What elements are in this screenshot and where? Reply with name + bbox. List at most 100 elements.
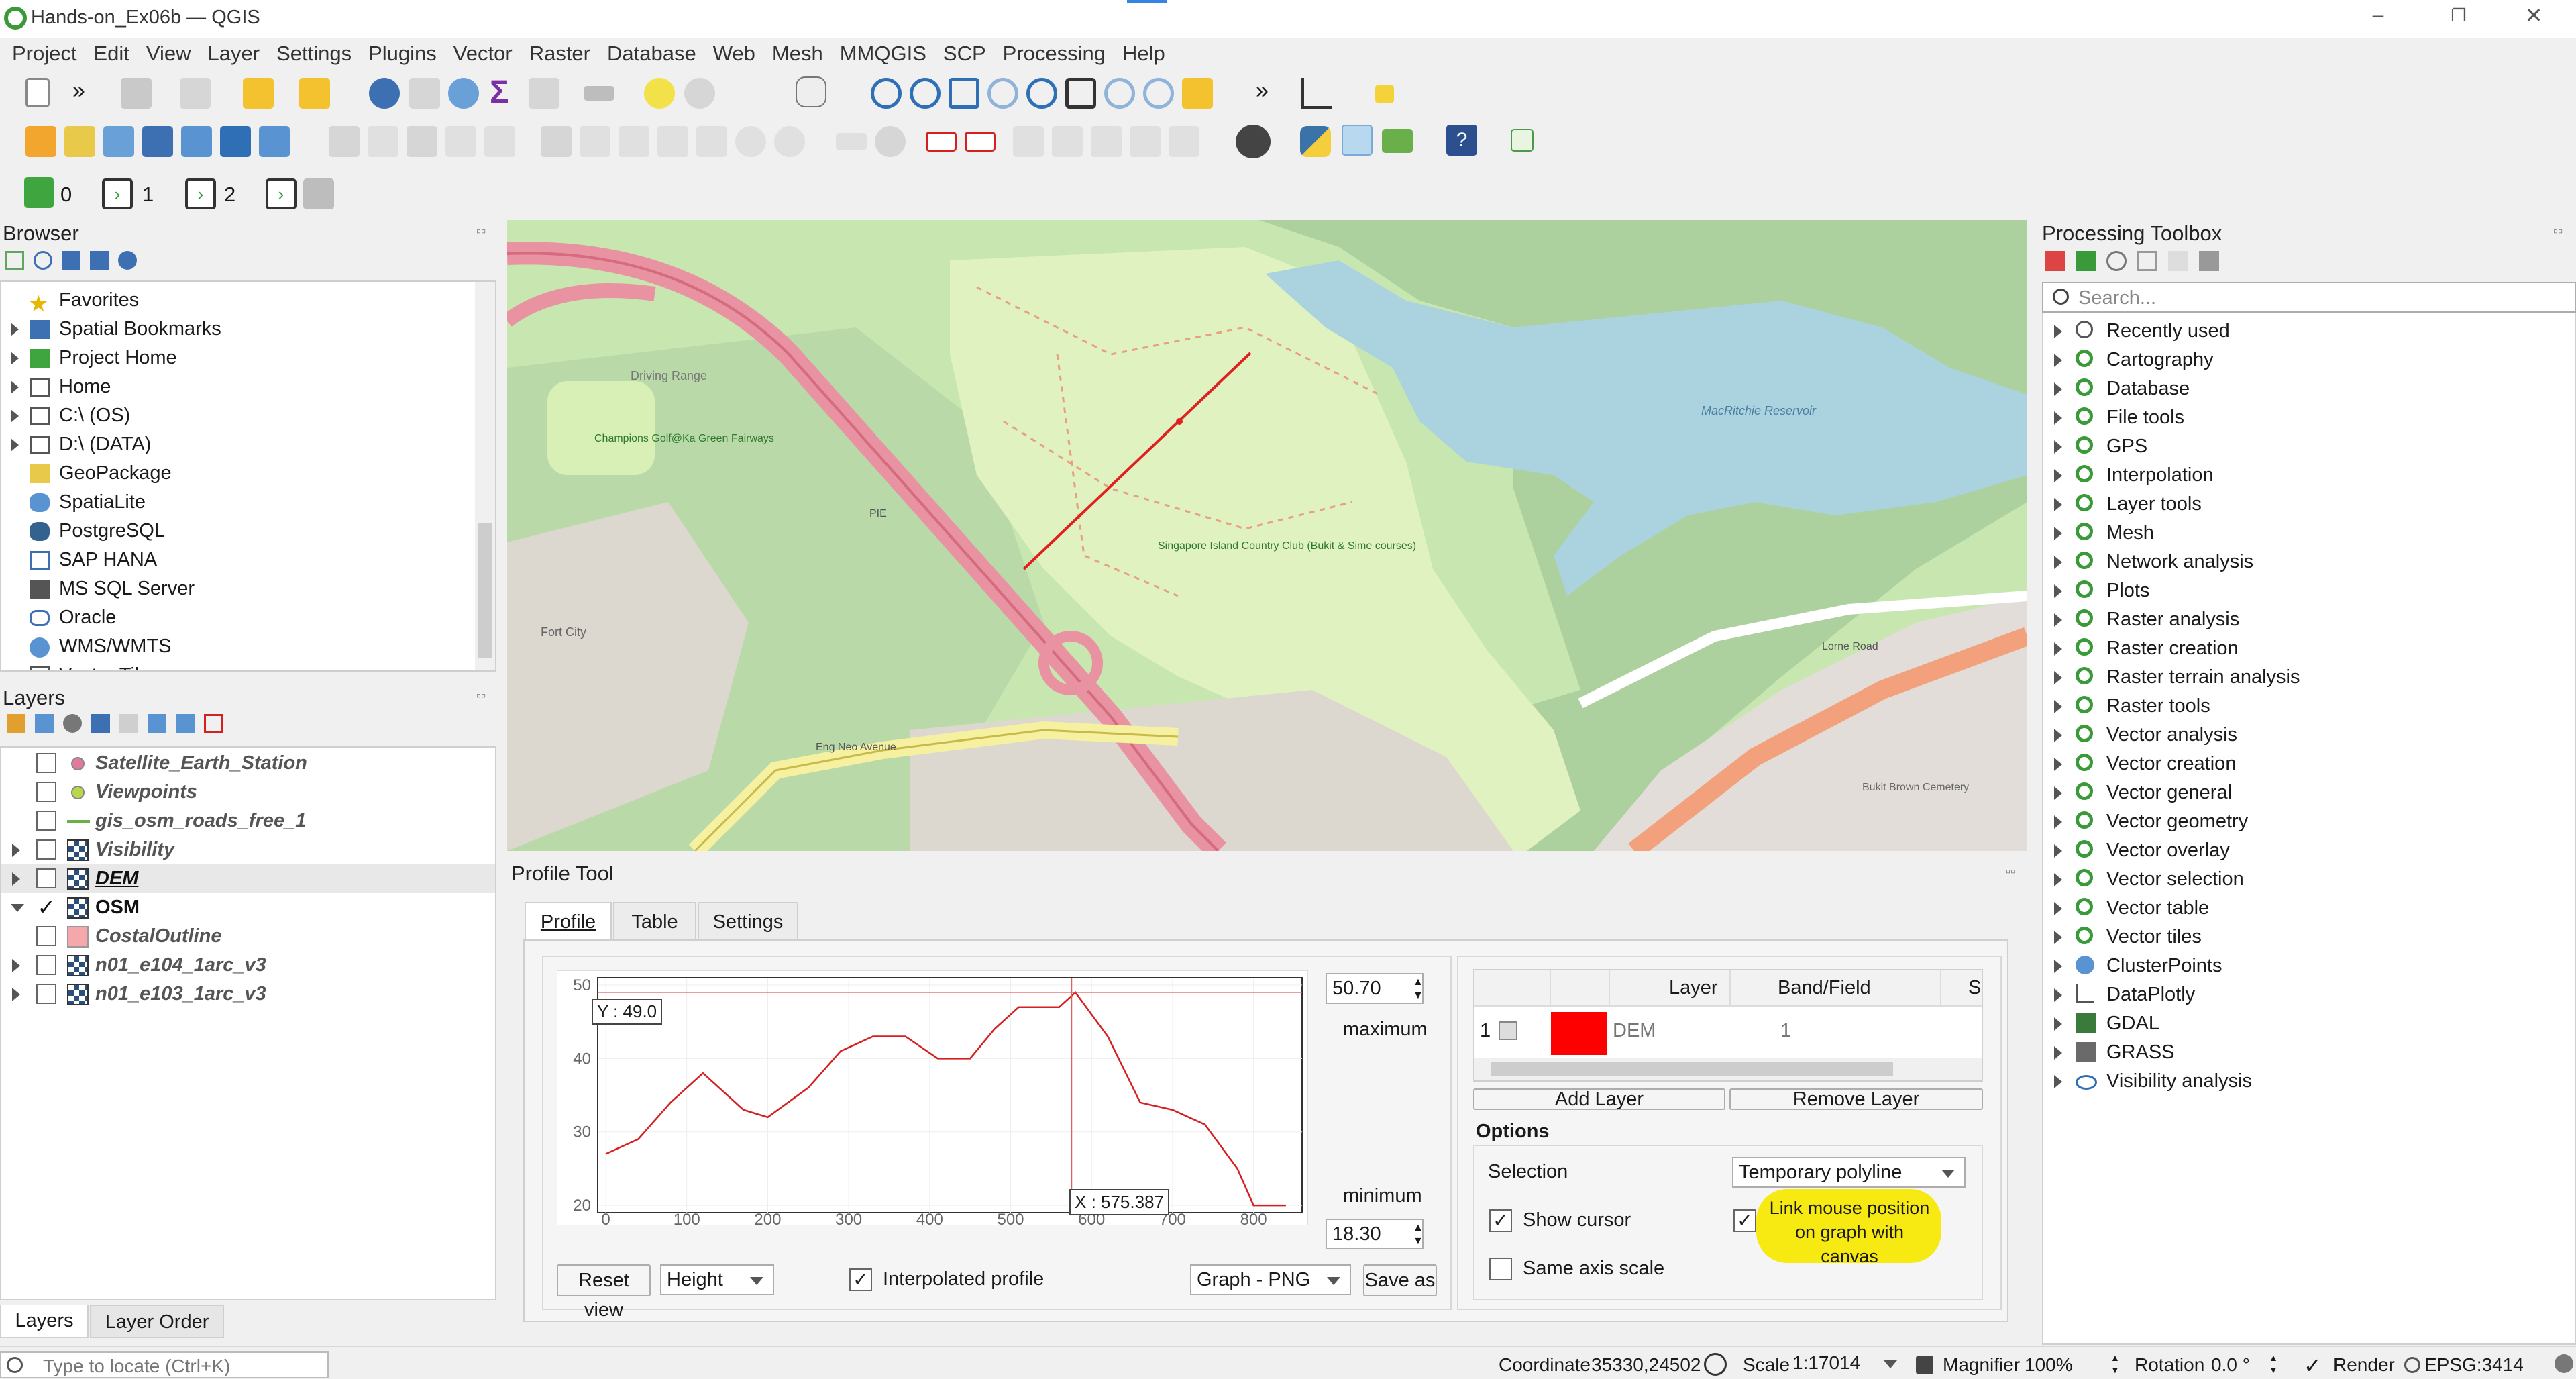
select-features-icon[interactable] <box>121 78 152 109</box>
layer-n01-e104[interactable]: n01_e104_1arc_v3 <box>1 951 495 980</box>
digitize-icon[interactable] <box>142 126 173 157</box>
chart-plot[interactable]: 0 100 200 300 400 500 600 700 800 20 30 40 50 <box>557 970 1308 1229</box>
layer-costal-outline[interactable]: CostalOutline <box>1 922 495 951</box>
magnifier-spin-arrows[interactable]: ▲ ▼ <box>2110 1351 2120 1376</box>
zoom-last-icon[interactable] <box>1104 78 1135 109</box>
toolbar-overflow-2[interactable]: » <box>1256 78 1269 104</box>
menu-mesh[interactable]: Mesh <box>772 42 823 66</box>
vertex-tool-icon[interactable] <box>259 126 290 157</box>
expand-arrow-icon[interactable] <box>2054 758 2062 771</box>
spin-box-2[interactable]: 2 <box>224 183 235 207</box>
lock-scale-icon[interactable] <box>1916 1356 1933 1374</box>
max-spin-arrows[interactable]: ▲ ▼ <box>1413 976 1424 1003</box>
expand-arrow-icon[interactable] <box>2054 469 2062 482</box>
expand-arrow-icon[interactable] <box>2054 498 2062 511</box>
toolbox-close-icon[interactable]: ▫▫ <box>2553 224 2563 240</box>
toolbox-item-vector-general[interactable]: Vector general <box>2043 778 2573 807</box>
tab-settings[interactable]: Settings <box>698 902 798 941</box>
zoom-full-icon[interactable] <box>949 78 979 109</box>
raster-tools-icon[interactable] <box>220 126 251 157</box>
expand-arrow-icon[interactable] <box>2054 382 2062 396</box>
add-group-icon[interactable] <box>35 714 54 733</box>
toolbox-item-file-tools[interactable]: File tools <box>2043 403 2573 432</box>
toolbox-settings-icon[interactable] <box>2199 251 2219 271</box>
zoom-out-icon[interactable] <box>910 78 941 109</box>
browser-panel-close-icon[interactable]: ▫▫ <box>476 224 486 240</box>
info-icon[interactable] <box>118 251 137 270</box>
export-format-combo[interactable]: Graph - PNG <box>1190 1264 1351 1295</box>
grid-icon[interactable] <box>24 177 54 208</box>
toolbox-item-vector-tiles[interactable]: Vector tiles <box>2043 923 2573 952</box>
menu-view[interactable]: View <box>146 42 191 66</box>
layer-osm-roads[interactable]: gis_osm_roads_free_1 <box>1 807 495 835</box>
menu-settings[interactable]: Settings <box>276 42 352 66</box>
expand-arrow-icon[interactable] <box>2054 931 2062 944</box>
expand-all-icon[interactable] <box>119 714 138 733</box>
terrain-profile-icon[interactable] <box>1382 129 1413 153</box>
toolbox-item-gps[interactable]: GPS <box>2043 432 2573 461</box>
rotation-value[interactable]: 0.0 ° <box>2211 1354 2250 1376</box>
selection-combo[interactable]: Temporary polyline <box>1732 1157 1966 1188</box>
row-checkbox[interactable] <box>1499 1021 1517 1040</box>
expand-arrow-icon[interactable] <box>2054 556 2062 569</box>
link-mouse-checkbox[interactable]: ✓ <box>1733 1209 1756 1232</box>
tab-table[interactable]: Table <box>613 902 696 941</box>
toolbox-item-mesh[interactable]: Mesh <box>2043 519 2573 548</box>
collapse-icon[interactable] <box>90 251 109 270</box>
header-se[interactable]: Se <box>1968 977 1982 999</box>
toolbox-item-database[interactable]: Database <box>2043 374 2573 403</box>
spin-box-0[interactable]: 0 <box>60 183 72 207</box>
tab-layer-order[interactable]: Layer Order <box>90 1305 224 1338</box>
expand-arrow-icon[interactable] <box>2054 844 2062 858</box>
filter-icon[interactable] <box>62 251 80 270</box>
next-icon-2[interactable]: › <box>185 178 216 209</box>
python-console-icon[interactable] <box>1300 126 1331 157</box>
toolbox-item-vector-creation[interactable]: Vector creation <box>2043 750 2573 778</box>
layer-osm[interactable]: ✓ OSM <box>1 893 495 922</box>
visibility-eye-icon[interactable] <box>63 714 82 733</box>
toolbox-item-network-analysis[interactable]: Network analysis <box>2043 548 2573 576</box>
menu-scp[interactable]: SCP <box>943 42 986 66</box>
expand-arrow-icon[interactable] <box>2054 1046 2062 1060</box>
data-source-manager-icon[interactable] <box>25 126 56 157</box>
toolbox-item-vector-table[interactable]: Vector table <box>2043 894 2573 923</box>
openlayers-binoculars-icon[interactable] <box>1236 125 1271 158</box>
toolbox-item-raster-tools[interactable]: Raster tools <box>2043 692 2573 721</box>
reset-view-button[interactable]: Reset view <box>557 1264 651 1321</box>
expand-arrow-icon[interactable] <box>2054 325 2062 338</box>
filter-legend-icon[interactable] <box>91 714 110 733</box>
measure-icon[interactable] <box>584 86 614 101</box>
select-tools-icon[interactable] <box>180 78 211 109</box>
refresh-map-icon[interactable] <box>1511 129 1534 152</box>
identify-icon[interactable] <box>369 78 400 109</box>
expand-arrow-icon[interactable] <box>2054 1017 2062 1031</box>
layer-viewpoints[interactable]: Viewpoints <box>1 778 495 807</box>
min-spinbox[interactable]: 18.30 ▲ ▼ <box>1326 1219 1424 1249</box>
expand-arrow-icon[interactable] <box>2054 700 2062 713</box>
menu-web[interactable]: Web <box>713 42 755 66</box>
zoom-native-icon[interactable] <box>1065 78 1096 109</box>
layer-style-icon[interactable] <box>7 714 25 733</box>
zoom-selection-icon[interactable] <box>987 78 1018 109</box>
toolbox-item-visibility-analysis[interactable]: Visibility analysis <box>2043 1067 2573 1096</box>
menu-plugins[interactable]: Plugins <box>368 42 437 66</box>
crs-value[interactable]: EPSG:3414 <box>2424 1354 2524 1376</box>
label-settings-icon[interactable] <box>926 132 957 152</box>
expand-arrow-icon[interactable] <box>2054 873 2062 886</box>
expand-arrow-icon[interactable] <box>2054 786 2062 800</box>
header-layer[interactable]: Layer <box>1669 977 1718 999</box>
zoom-in-icon[interactable] <box>871 78 902 109</box>
pan-hand-icon[interactable] <box>796 76 826 107</box>
coordinate-toggle-icon[interactable] <box>1704 1353 1727 1376</box>
refresh-icon[interactable] <box>34 251 52 270</box>
browser-scrollbar[interactable] <box>475 282 495 670</box>
messages-icon[interactable] <box>2555 1354 2573 1373</box>
remove-layer-button[interactable]: Remove Layer <box>1729 1088 1983 1110</box>
attribute-table-icon[interactable] <box>409 78 440 109</box>
expand-arrow-icon[interactable] <box>2054 584 2062 598</box>
zoom-layer-icon[interactable] <box>1026 78 1057 109</box>
magnifier-value[interactable]: 100% <box>2025 1354 2073 1376</box>
toolbox-item-grass[interactable]: GRASS <box>2043 1038 2573 1067</box>
toolbox-item-clusterpoints[interactable]: ClusterPoints <box>2043 952 2573 980</box>
mode-combo[interactable]: Height <box>660 1264 774 1295</box>
